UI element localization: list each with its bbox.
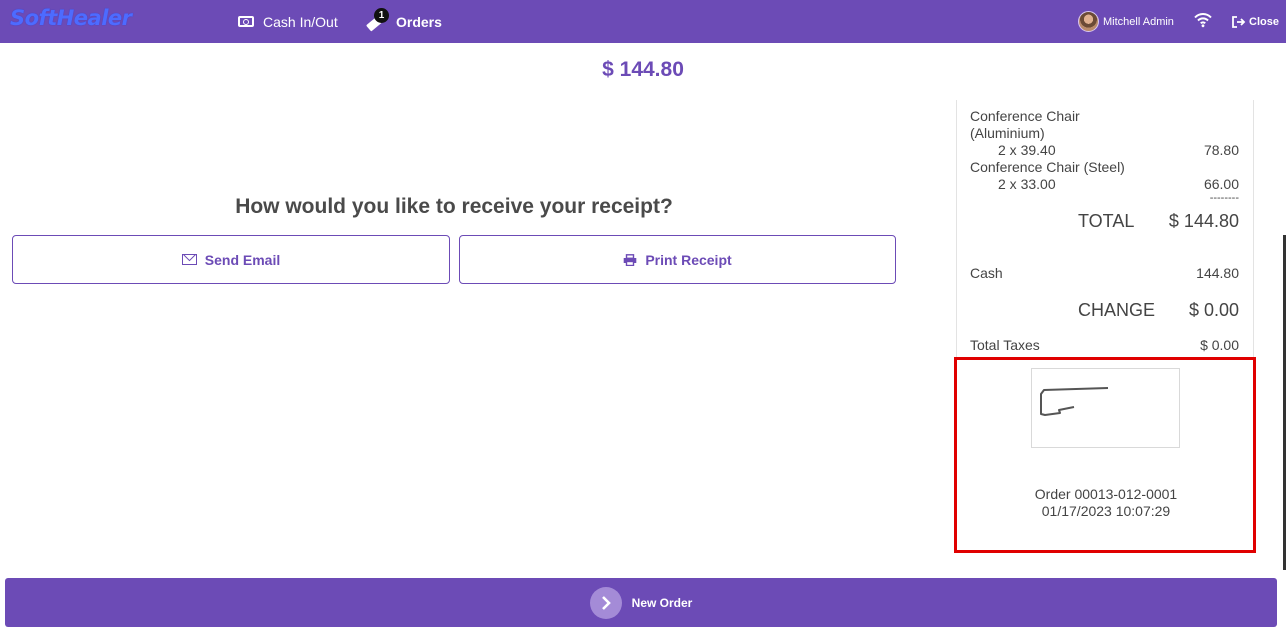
- user-name: Mitchell Admin: [1103, 15, 1174, 28]
- receipt-item-amount: 66.00: [1203, 176, 1239, 192]
- receipt-item-variant: (Aluminium): [970, 125, 1045, 141]
- total-amount: $ 144.80: [602, 58, 684, 81]
- receipt-total-label: TOTAL: [1078, 211, 1135, 231]
- receipt-separator: --------: [1209, 192, 1239, 204]
- receipt-item-name: Conference Chair: [970, 108, 1080, 124]
- envelope-icon: [181, 254, 197, 265]
- print-receipt-button[interactable]: Print Receipt: [459, 235, 896, 284]
- send-email-label: Send Email: [204, 251, 281, 268]
- new-order-label: New Order: [631, 595, 693, 610]
- receipt-change-value: $ 0.00: [1188, 300, 1239, 320]
- receipt-question: How would you like to receive your recei…: [235, 195, 673, 218]
- top-bar: SoftHealer Cash In/Out 1 Orders Mitchell…: [0, 0, 1286, 43]
- cash-icon: [238, 16, 254, 27]
- avatar: [1078, 11, 1099, 32]
- close-button[interactable]: Close: [1232, 0, 1279, 43]
- send-email-button[interactable]: Send Email: [12, 235, 450, 284]
- cash-in-out-button[interactable]: Cash In/Out: [238, 0, 338, 43]
- softhealer-logo: SoftHealer: [10, 6, 132, 30]
- receipt-item-amount: 78.80: [1203, 142, 1239, 158]
- orders-button[interactable]: 1 Orders: [366, 0, 442, 43]
- wifi-icon: [1194, 13, 1212, 28]
- highlight-box: [954, 357, 1256, 553]
- close-label: Close: [1249, 15, 1279, 28]
- printer-icon: [624, 253, 637, 266]
- user-menu[interactable]: Mitchell Admin: [1078, 0, 1174, 43]
- receipt-taxes-value: $ 0.00: [1200, 337, 1239, 353]
- receipt-total-value: $ 144.80: [1168, 211, 1239, 231]
- chevron-right-icon: [589, 586, 622, 619]
- ticket-icon: 1: [366, 7, 389, 32]
- new-order-button[interactable]: New Order: [5, 578, 1277, 627]
- orders-count-badge: 1: [374, 7, 389, 23]
- receipt-payment-amount: 144.80: [1196, 265, 1239, 281]
- sign-out-icon: [1232, 15, 1246, 28]
- receipt-change-label: CHANGE: [1078, 300, 1156, 320]
- print-receipt-label: Print Receipt: [645, 251, 732, 268]
- orders-label: Orders: [396, 13, 442, 30]
- receipt-item-name: Conference Chair (Steel): [970, 159, 1125, 175]
- cash-in-out-label: Cash In/Out: [263, 13, 338, 30]
